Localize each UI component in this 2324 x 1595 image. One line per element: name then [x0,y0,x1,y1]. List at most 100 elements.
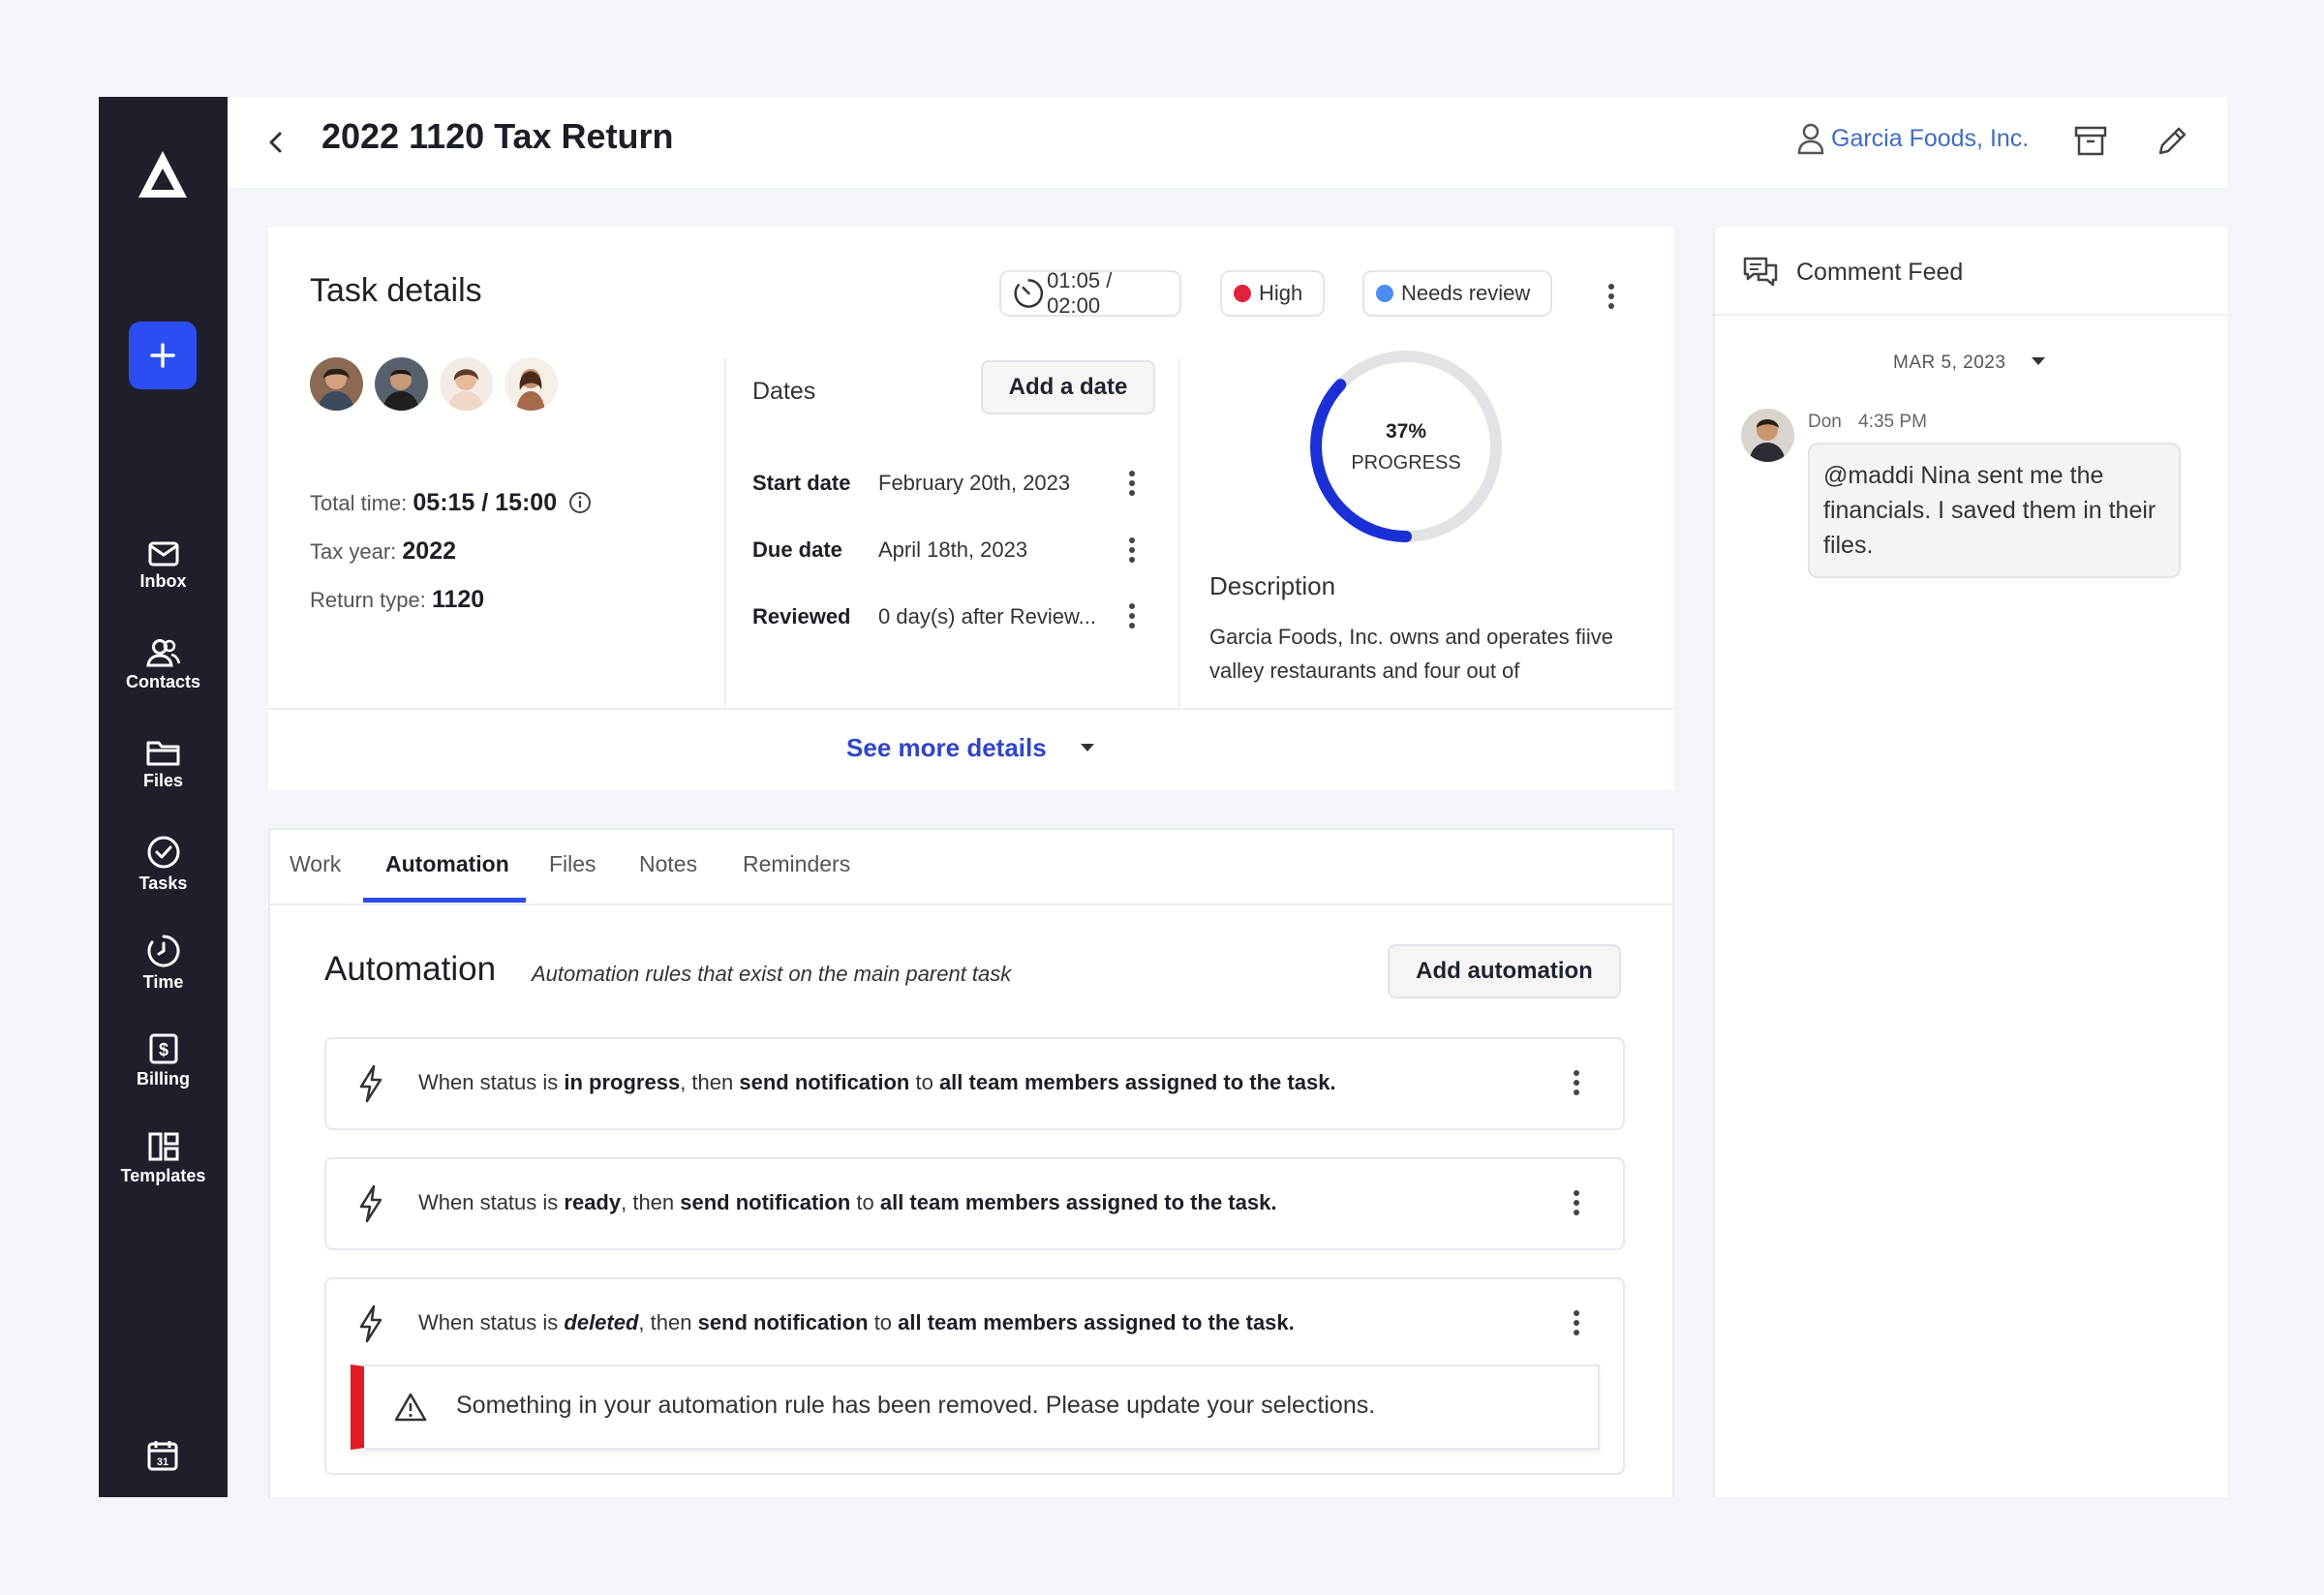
avatar[interactable] [375,357,428,411]
comment-bubble: @maddi Nina sent me the financials. I sa… [1808,443,2181,578]
rule-text-part: to [850,1190,880,1214]
client-link[interactable]: Garcia Foods, Inc. [1796,122,2029,155]
comments-icon [1743,257,1778,287]
warning-triangle-icon [394,1393,427,1422]
automation-rule[interactable]: When status is deleted, then send notifi… [324,1277,1625,1475]
comment-feed: Comment Feed MAR 5, 2023 Don 4:35 PM @ma… [1713,228,2227,1497]
timer-pill[interactable]: 01:05 / 02:00 [999,268,1181,318]
rule-target: all team members assigned to the task. [898,1310,1295,1334]
client-name: Garcia Foods, Inc. [1831,124,2030,152]
tab-files[interactable]: Files [549,851,596,877]
divider [724,358,726,707]
plus-icon [150,343,175,368]
sidebar-item-label: Templates [120,1166,206,1185]
return-type-label: Return type: [310,588,426,612]
svg-text:31: 31 [157,1457,168,1468]
mail-icon [148,541,178,567]
divider [268,708,1674,710]
avatar[interactable] [440,357,493,411]
avatar[interactable] [310,357,363,411]
rule-text-part: When status is [418,1070,565,1094]
progress-percent: 37% [1386,420,1426,443]
see-more-details-link[interactable]: See more details [268,733,1674,763]
svg-text:$: $ [158,1040,168,1059]
page-title: 2022 1120 Tax Return [321,116,674,156]
rule-text-part: to [909,1070,939,1094]
comment-meta: Don 4:35 PM [1808,412,1927,433]
rule-more-icon[interactable] [1574,1310,1581,1339]
date-row-reviewed: Reviewed 0 day(s) after Review... [752,604,1096,629]
return-type-row: Return type: 1120 [310,586,484,614]
rule-status: ready [564,1190,622,1214]
calendar-icon[interactable]: 31 [145,1438,180,1473]
check-circle-icon [147,836,179,869]
sidebar-item-files[interactable]: Files [99,738,228,791]
progress-label: PROGRESS [1351,452,1460,474]
tab-work[interactable]: Work [290,851,341,877]
automation-heading: Automation [324,950,497,988]
tab-automation[interactable]: Automation [385,851,509,877]
add-automation-button[interactable]: Add automation [1388,944,1621,998]
sidebar-item-templates[interactable]: Templates [99,1131,228,1186]
sidebar-item-inbox[interactable]: Inbox [99,540,228,592]
description-text: Garcia Foods, Inc. owns and operates fii… [1209,625,1613,683]
info-icon[interactable] [568,491,592,514]
rule-text-part: When status is [418,1310,565,1334]
rule-text-part: When status is [418,1190,565,1214]
billing-icon: $ [149,1033,177,1064]
total-time-row: Total time: 05:15 / 15:00 [310,489,592,517]
date-filter[interactable]: MAR 5, 2023 [1893,353,2046,374]
contacts-icon [145,639,180,667]
lightning-bolt-icon [359,1064,382,1103]
comment-author: Don [1808,412,1842,432]
sidebar-item-contacts[interactable]: Contacts [99,637,228,692]
tax-year-label: Tax year: [310,539,397,564]
sidebar-item-label: Files [142,771,184,790]
sidebar-item-tasks[interactable]: Tasks [99,835,228,894]
status-badge[interactable]: Needs review [1362,270,1552,317]
date-more-icon[interactable] [1129,537,1137,567]
status-label: Needs review [1401,281,1531,305]
header: 2022 1120 Tax Return Garcia Foods, Inc. [228,97,2227,188]
tab-notes[interactable]: Notes [639,851,697,877]
avatar[interactable] [505,357,558,411]
sidebar-item-time[interactable]: Time [99,934,228,993]
add-button[interactable] [129,322,197,389]
dates-heading: Dates [752,378,816,405]
tab-reminders[interactable]: Reminders [743,851,850,877]
timer-icon [1014,279,1044,308]
priority-badge[interactable]: High [1220,270,1325,317]
rule-target: all team members assigned to the task. [879,1190,1277,1214]
rule-more-icon[interactable] [1574,1190,1581,1219]
edit-pencil-icon[interactable] [2155,124,2189,159]
date-more-icon[interactable] [1129,471,1137,500]
task-details-heading: Task details [310,272,482,309]
warning-banner: Something in your automation rule has be… [351,1365,1600,1450]
date-value: April 18th, 2023 [878,537,1028,562]
sidebar-item-billing[interactable]: $ Billing [99,1032,228,1089]
user-icon [1797,123,1824,155]
automation-rule[interactable]: When status is ready, then send notifica… [324,1157,1625,1250]
automation-rule[interactable]: When status is in progress, then send no… [324,1037,1625,1130]
back-chevron-icon[interactable] [261,126,290,159]
rule-text: When status is deleted, then send notifi… [418,1310,1295,1335]
tab-bar: Work Automation Files Notes Reminders [270,830,1672,905]
rule-more-icon[interactable] [1574,1070,1581,1099]
rule-text-part: , then [680,1070,740,1094]
task-more-menu-icon[interactable] [1608,284,1616,313]
total-time-label: Total time: [310,491,408,515]
sidebar-item-label: Inbox [139,571,187,591]
total-time-value: 05:15 / 15:00 [413,489,558,516]
add-date-button[interactable]: Add a date [981,360,1155,414]
rule-status: in progress [564,1070,681,1094]
archive-icon[interactable] [2073,124,2108,159]
active-tab-indicator [363,898,526,903]
return-type-value: 1120 [431,586,485,613]
caret-down-icon [2032,357,2046,365]
date-more-icon[interactable] [1129,603,1137,632]
avatar[interactable] [1741,409,1794,462]
description-heading: Description [1209,571,1336,600]
comment-time: 4:35 PM [1858,412,1927,432]
clock-icon [147,935,179,967]
app-logo[interactable] [134,145,192,203]
